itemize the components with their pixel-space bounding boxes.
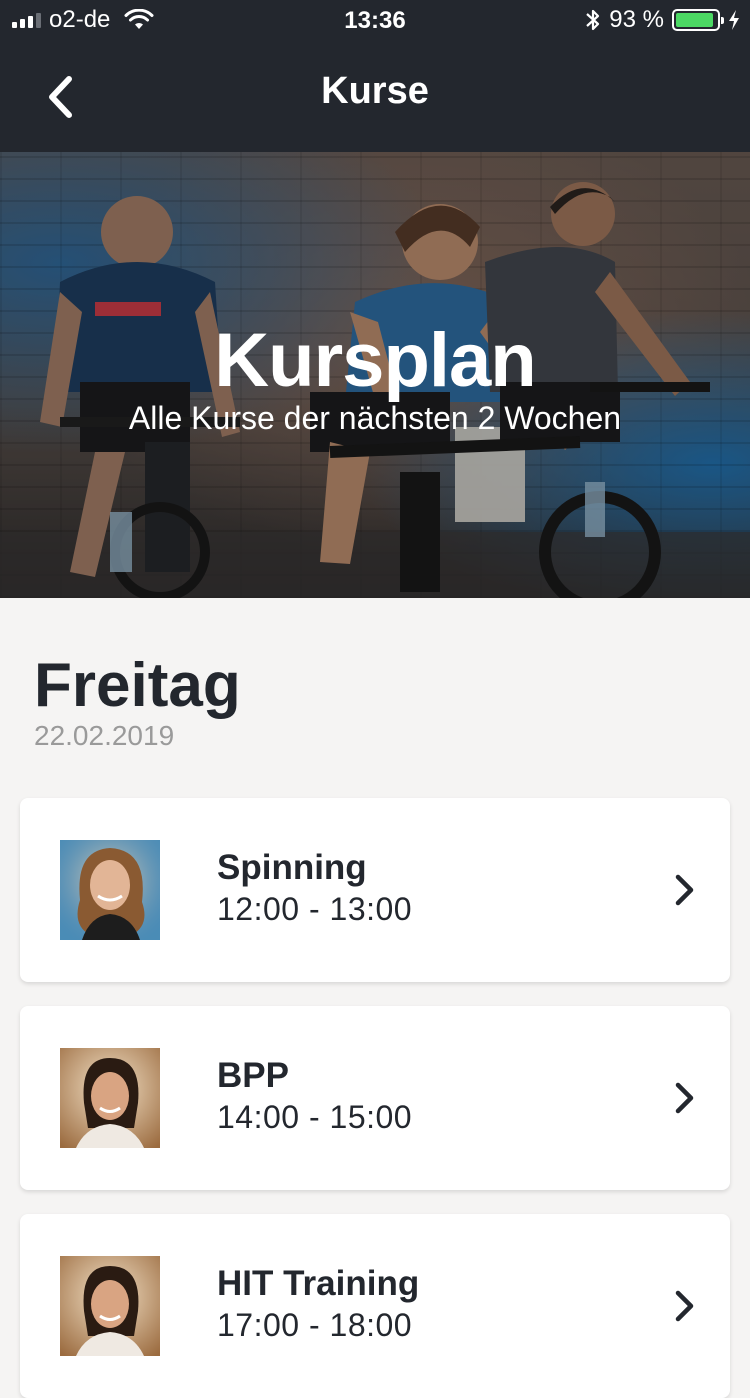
navigation-bar: Kurse: [0, 40, 750, 152]
day-date: 22.02.2019: [34, 720, 175, 751]
chevron-right-icon: [675, 1082, 694, 1114]
instructor-avatar: [60, 1048, 160, 1148]
hero-title: Kursplan: [214, 318, 536, 403]
course-name: BPP: [217, 1056, 289, 1095]
instructor-avatar: [60, 840, 160, 940]
nav-title: Kurse: [321, 70, 429, 112]
battery-icon: [672, 9, 724, 31]
charging-icon: [729, 10, 739, 30]
course-time: 14:00 - 15:00: [217, 1099, 413, 1135]
course-name: HIT Training: [217, 1264, 420, 1303]
battery-percent: 93 %: [609, 6, 664, 33]
day-title: Freitag: [34, 651, 241, 720]
hero-subtitle: Alle Kurse der nächsten 2 Wochen: [128, 400, 622, 436]
course-name: Spinning: [217, 848, 367, 887]
status-right: 93 %: [585, 6, 740, 34]
course-time: 17:00 - 18:00: [217, 1307, 413, 1343]
hero-banner: Kursplan Alle Kurse der nächsten 2 Woche…: [0, 152, 750, 598]
chevron-right-icon: [675, 874, 694, 906]
course-card-bpp[interactable]: BPP 14:00 - 15:00: [20, 1006, 730, 1190]
course-card-spinning[interactable]: Spinning 12:00 - 13:00: [20, 798, 730, 982]
bluetooth-icon: [586, 9, 600, 31]
course-time: 12:00 - 13:00: [217, 891, 413, 927]
chevron-right-icon: [675, 1290, 694, 1322]
status-bar: o2-de 13:36 93 %: [0, 0, 750, 40]
instructor-avatar: [60, 1256, 160, 1356]
course-card-hit-training[interactable]: HIT Training 17:00 - 18:00: [20, 1214, 730, 1398]
battery-level: [676, 13, 714, 27]
